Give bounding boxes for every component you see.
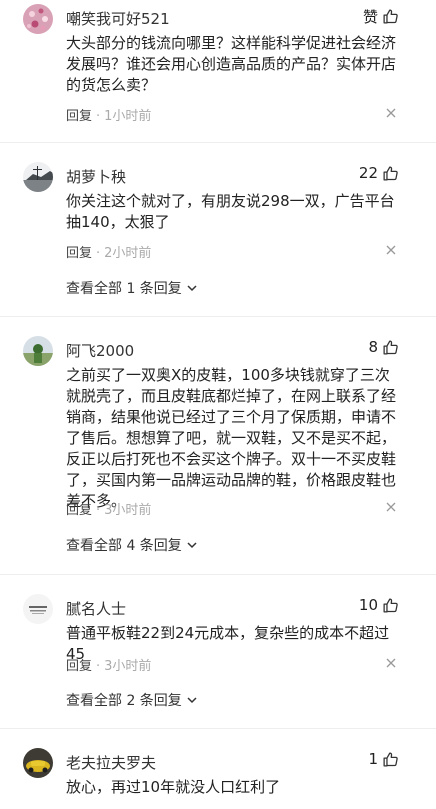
thumbs-up-icon <box>383 165 398 181</box>
like-button[interactable]: 22 <box>359 164 399 182</box>
commenter-name[interactable]: 阿飞2000 <box>66 340 134 361</box>
chevron-down-icon <box>187 697 197 704</box>
avatar[interactable] <box>23 336 53 366</box>
comment-meta: 回复 · 3小时前 <box>66 503 152 518</box>
like-count: 22 <box>358 164 378 182</box>
like-button[interactable]: 8 <box>368 338 399 356</box>
comment-time: 3小时前 <box>104 659 152 674</box>
divider <box>0 316 436 317</box>
avatar[interactable] <box>23 162 53 192</box>
reply-button[interactable]: 回复 <box>66 246 92 261</box>
like-count: 1 <box>368 750 378 768</box>
like-button[interactable]: 赞 <box>363 6 399 27</box>
comment-text: 之前买了一双奥X的皮鞋，100多块钱就穿了三次就脱壳了，而且皮鞋底都烂掉了，在网… <box>66 366 397 510</box>
commenter-name[interactable]: 老夫拉夫罗夫 <box>66 752 156 773</box>
avatar[interactable] <box>23 4 53 34</box>
avatar[interactable] <box>23 594 53 624</box>
close-icon[interactable] <box>386 502 396 512</box>
comment-text: 放心，再过10年就没人口红利了 <box>66 778 281 796</box>
close-icon[interactable] <box>386 245 396 255</box>
avatar[interactable] <box>23 748 53 778</box>
chevron-down-icon <box>187 542 197 549</box>
divider <box>0 728 436 729</box>
like-count: 8 <box>368 338 378 356</box>
comment-meta: 回复 · 2小时前 <box>66 246 152 261</box>
view-all-replies[interactable]: 查看全部 2 条回复 <box>66 690 198 710</box>
commenter-name[interactable]: 嘲笑我可好521 <box>66 8 170 29</box>
like-button[interactable]: 1 <box>368 750 399 768</box>
comment-text: 大头部分的钱流向哪里？这样能科学促进社会经济发展吗？谁还会用心创造高品质的产品？… <box>66 34 397 94</box>
reply-button[interactable]: 回复 <box>66 503 92 518</box>
view-all-replies[interactable]: 查看全部 4 条回复 <box>66 535 198 555</box>
close-icon[interactable] <box>386 658 396 668</box>
thumbs-up-icon <box>383 339 398 355</box>
thumbs-up-icon <box>383 751 398 767</box>
like-count: 赞 <box>362 8 378 26</box>
comment-time: 3小时前 <box>104 503 152 518</box>
divider <box>0 574 436 575</box>
divider <box>0 142 436 143</box>
comment-time: 2小时前 <box>104 246 152 261</box>
like-count: 10 <box>358 596 378 614</box>
comment-time: 1小时前 <box>104 109 152 124</box>
close-icon[interactable] <box>386 108 396 118</box>
comment-meta: 回复 · 3小时前 <box>66 659 152 674</box>
view-all-replies[interactable]: 查看全部 1 条回复 <box>66 278 198 298</box>
commenter-name[interactable]: 腻名人士 <box>66 598 126 619</box>
reply-button[interactable]: 回复 <box>66 659 92 674</box>
comment-text: 你关注这个就对了，有朋友说298一双，广告平台抽140，太狠了 <box>66 192 395 231</box>
reply-button[interactable]: 回复 <box>66 109 92 124</box>
thumbs-up-icon <box>383 9 398 24</box>
thumbs-up-icon <box>383 597 398 613</box>
like-button[interactable]: 10 <box>359 596 399 614</box>
commenter-name[interactable]: 胡萝卜秧 <box>66 166 126 187</box>
chevron-down-icon <box>187 285 197 292</box>
comment-meta: 回复 · 1小时前 <box>66 109 152 124</box>
